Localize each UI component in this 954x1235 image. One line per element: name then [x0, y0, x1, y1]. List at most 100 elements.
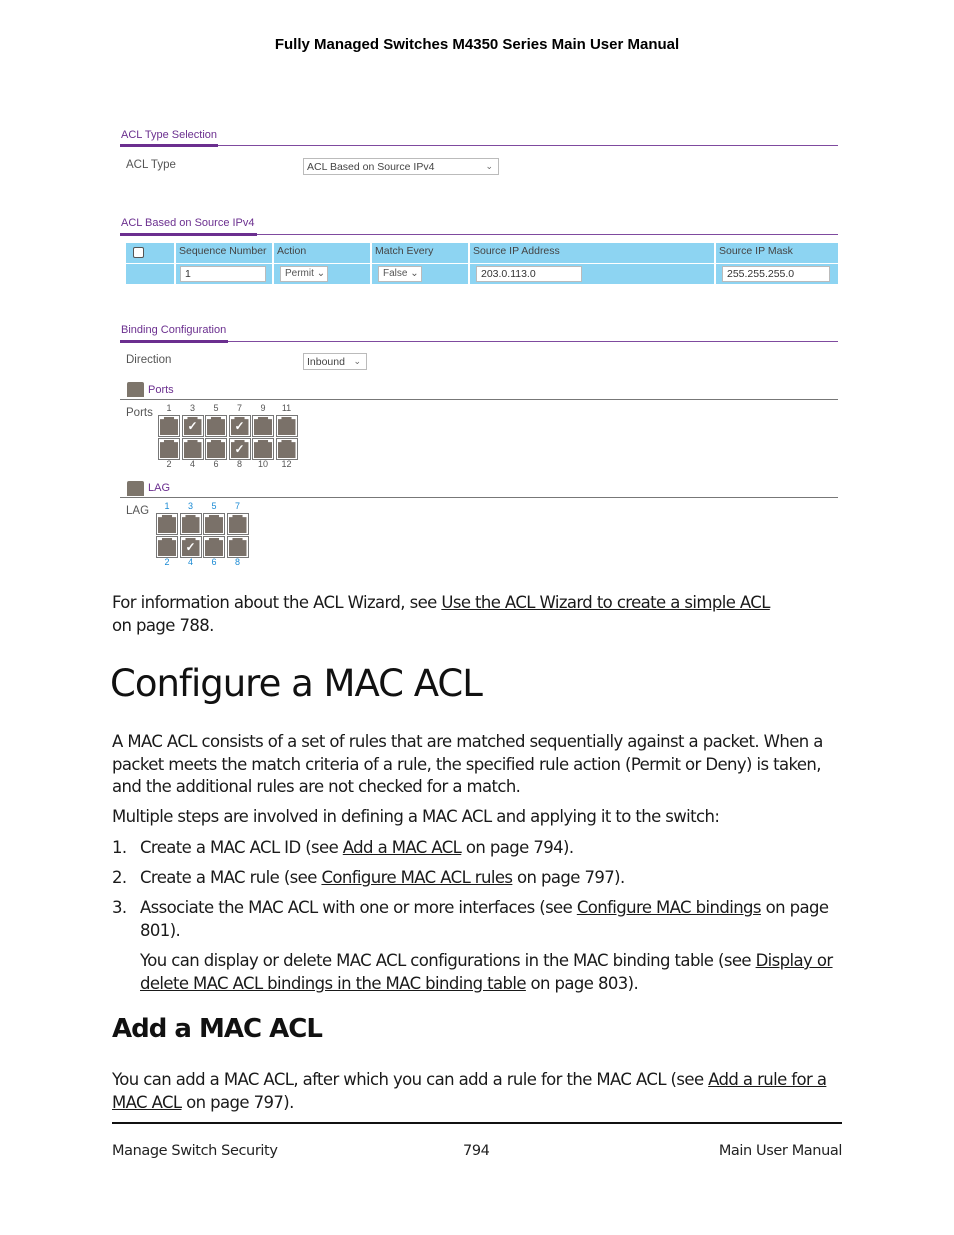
ethernet-port-icon	[205, 515, 223, 533]
steps-intro-paragraph: Multiple steps are involved in defining …	[112, 807, 720, 826]
port-number-label: 3	[189, 403, 195, 413]
steps-list: 1. Create a MAC ACL ID (see Add a MAC AC…	[112, 837, 844, 1000]
lag-6-toggle[interactable]	[203, 536, 225, 558]
binding-configuration-title: Binding Configuration	[121, 324, 227, 336]
acl-type-selection-title: ACL Type Selection	[121, 129, 218, 141]
lag-5-toggle[interactable]	[203, 513, 225, 535]
list-item: 2. Create a MAC rule (see Configure MAC …	[112, 868, 625, 887]
sequence-number-input[interactable]: 1	[180, 266, 266, 282]
source-ip-mask-input[interactable]: 255.255.255.0	[722, 266, 830, 282]
port-number-label: 12	[281, 459, 292, 469]
lag-2-toggle[interactable]	[156, 536, 178, 558]
lag-3-toggle[interactable]	[179, 513, 202, 535]
checkmark-icon: ✓	[187, 419, 198, 433]
col-match-every: Match Every	[372, 243, 470, 263]
footer-section-name: Manage Switch Security	[112, 1143, 278, 1159]
source-ip-address-input[interactable]: 203.0.113.0	[476, 266, 582, 282]
ethernet-port-icon: ✓	[181, 538, 200, 556]
ethernet-port-icon	[277, 440, 296, 458]
footer-divider	[112, 1122, 842, 1124]
folder-icon	[127, 481, 144, 496]
table-row: 1 Permit ⌄ False ⌄ 203.0.113.0 255.255.2…	[126, 264, 838, 284]
port-number-label: 11	[281, 403, 292, 413]
ethernet-port-icon	[181, 515, 200, 533]
ethernet-port-icon	[228, 515, 247, 533]
select-all-checkbox[interactable]	[133, 247, 144, 258]
lag-8-toggle[interactable]	[226, 536, 249, 558]
acl-wizard-link[interactable]: Use the ACL Wizard to create a simple AC…	[441, 593, 770, 612]
folder-icon	[127, 382, 144, 397]
intro-paragraph: A MAC ACL consists of a set of rules tha…	[112, 732, 823, 796]
table-header-row: Sequence Number Action Match Every Sourc…	[126, 243, 838, 263]
port-5-toggle[interactable]	[205, 415, 227, 437]
port-12-toggle[interactable]	[275, 438, 298, 460]
ports-group-title[interactable]: Ports	[148, 384, 174, 396]
section-tab-underline	[120, 233, 257, 236]
lag-number-label: 3	[187, 501, 193, 511]
lag-7-toggle[interactable]	[226, 513, 249, 535]
section-divider	[120, 145, 838, 146]
ethernet-port-icon	[277, 417, 296, 435]
acl-source-ipv4-title: ACL Based on Source IPv4	[121, 217, 255, 229]
port-6-toggle[interactable]	[205, 438, 227, 460]
port-11-toggle[interactable]	[275, 415, 298, 437]
lag-number-label: 8	[234, 557, 240, 567]
lag-number-label: 7	[234, 501, 240, 511]
port-10-toggle[interactable]	[252, 438, 274, 460]
ethernet-port-icon	[158, 538, 176, 556]
port-4-toggle[interactable]	[181, 438, 204, 460]
section-heading-add-mac-acl: Add a MAC ACL	[112, 1014, 323, 1044]
direction-value: Inbound	[307, 356, 345, 368]
chevron-down-icon: ⌄	[485, 161, 493, 171]
ports-label: Ports	[126, 407, 153, 419]
ethernet-port-icon: ✓	[183, 417, 202, 435]
section-divider	[120, 497, 838, 498]
port-7-toggle[interactable]: ✓	[228, 415, 251, 437]
checkmark-icon: ✓	[234, 442, 245, 456]
match-every-select[interactable]: False ⌄	[378, 266, 422, 282]
lag-group-title[interactable]: LAG	[148, 482, 170, 494]
direction-select[interactable]: Inbound ⌄	[303, 353, 367, 370]
ethernet-port-icon	[207, 440, 225, 458]
ethernet-port-icon	[158, 515, 176, 533]
col-source-ip-mask: Source IP Mask	[719, 245, 793, 257]
ethernet-port-icon	[160, 417, 178, 435]
lag-4-toggle[interactable]: ✓	[179, 536, 202, 558]
port-3-toggle[interactable]: ✓	[181, 415, 204, 437]
configure-mac-acl-rules-link[interactable]: Configure MAC ACL rules	[321, 868, 513, 887]
lag-number-label: 6	[211, 557, 217, 567]
action-value: Permit	[285, 268, 314, 279]
add-mac-acl-link[interactable]: Add a MAC ACL	[343, 838, 462, 857]
match-every-value: False	[383, 268, 408, 279]
checkmark-icon: ✓	[185, 540, 196, 554]
chevron-down-icon: ⌄	[316, 268, 326, 279]
running-header: Fully Managed Switches M4350 Series Main…	[274, 36, 680, 53]
chevron-down-icon: ⌄	[353, 356, 361, 366]
configure-mac-bindings-link[interactable]: Configure MAC bindings	[577, 898, 762, 917]
list-item: 3. Associate the MAC ACL with one or mor…	[112, 898, 829, 940]
lag-number-label: 1	[164, 501, 170, 511]
port-9-toggle[interactable]	[252, 415, 274, 437]
lag-1-toggle[interactable]	[156, 513, 178, 535]
port-number-label: 10	[257, 459, 268, 469]
lag-number-label: 5	[211, 501, 217, 511]
step-note: You can display or delete MAC ACL config…	[140, 951, 833, 993]
footer-manual-name: Main User Manual	[718, 1143, 843, 1159]
wizard-paragraph: For information about the ACL Wizard, se…	[112, 593, 770, 635]
port-1-toggle[interactable]	[158, 415, 180, 437]
direction-label: Direction	[126, 354, 172, 366]
col-sequence-number: Sequence Number	[176, 243, 274, 263]
port-2-toggle[interactable]	[158, 438, 180, 460]
acl-type-select[interactable]: ACL Based on Source IPv4 ⌄	[303, 158, 499, 175]
port-8-toggle[interactable]: ✓	[228, 438, 251, 460]
action-select[interactable]: Permit ⌄	[280, 266, 328, 282]
section-tab-underline	[120, 144, 218, 147]
col-source-ip-address: Source IP Address	[470, 243, 716, 263]
port-number-label: 6	[213, 459, 219, 469]
ethernet-port-icon: ✓	[230, 440, 249, 458]
ethernet-port-icon	[207, 417, 225, 435]
ethernet-port-icon	[254, 440, 272, 458]
lag-label: LAG	[126, 505, 150, 517]
ethernet-port-icon: ✓	[230, 417, 249, 435]
port-number-label: 4	[189, 459, 195, 469]
